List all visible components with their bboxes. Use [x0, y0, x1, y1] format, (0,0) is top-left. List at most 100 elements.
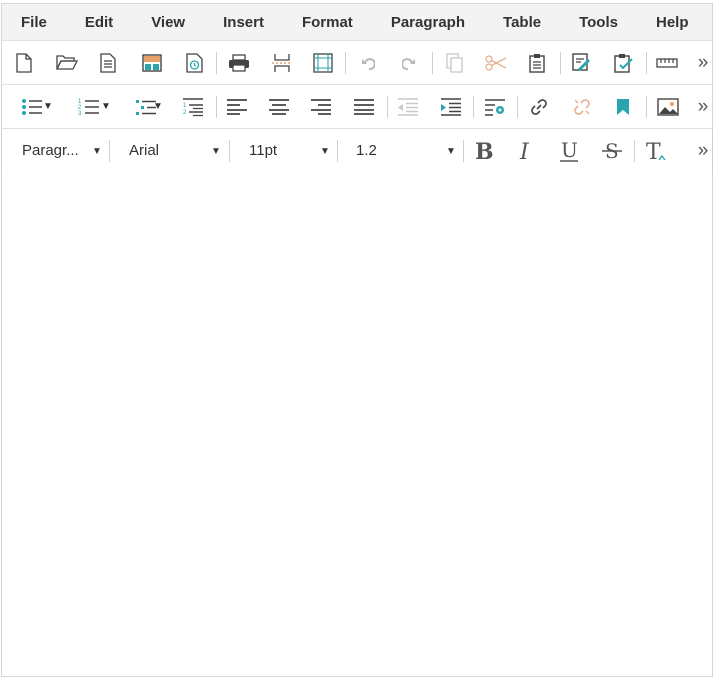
document-lines-icon — [100, 52, 116, 73]
bold-button[interactable]: B — [471, 129, 497, 172]
print-button[interactable] — [226, 41, 252, 84]
bold-icon: B — [475, 140, 494, 162]
align-right-button[interactable] — [308, 85, 334, 128]
paragraph-settings-icon — [485, 98, 505, 116]
dropdown-caret-icon: ▼ — [446, 146, 456, 157]
outdent-button[interactable] — [395, 85, 421, 128]
menu-file[interactable]: File — [21, 14, 47, 31]
menu-edit[interactable]: Edit — [85, 14, 113, 31]
dropdown-caret-icon: ▼ — [101, 101, 111, 112]
menu-help[interactable]: Help — [656, 14, 689, 31]
paste-format-icon — [572, 52, 590, 71]
printer-icon — [229, 53, 249, 72]
line-height-value: 1.2 — [356, 142, 377, 159]
menu-view[interactable]: View — [151, 14, 185, 31]
numbered-list-button[interactable]: 123 ▼ — [68, 85, 111, 128]
bullet-list-button[interactable]: ▼ — [12, 85, 53, 128]
align-center-button[interactable] — [266, 85, 292, 128]
toolbar-separator — [109, 140, 110, 162]
italic-button[interactable]: I — [514, 129, 540, 172]
justify-button[interactable] — [351, 85, 377, 128]
dropdown-caret-icon: ▼ — [92, 146, 102, 157]
new-document-button[interactable] — [12, 41, 36, 84]
toolbar-separator — [216, 96, 217, 118]
menu-insert[interactable]: Insert — [223, 14, 264, 31]
more-tools-button[interactable]: » — [696, 129, 710, 172]
indent-button[interactable] — [438, 85, 464, 128]
strikethrough-button[interactable]: S — [599, 129, 625, 172]
align-center-icon — [269, 98, 289, 115]
menu-tools[interactable]: Tools — [579, 14, 618, 31]
clipboard-icon — [529, 53, 545, 73]
menu-paragraph[interactable]: Paragraph — [391, 14, 465, 31]
redo-button[interactable] — [396, 41, 422, 84]
underline-icon: U — [560, 140, 578, 162]
strikethrough-icon: S — [602, 140, 622, 162]
italic-icon: I — [519, 140, 530, 162]
undo-icon — [362, 57, 375, 70]
menubar: File Edit View Insert Format Paragraph T… — [2, 4, 712, 41]
revision-history-button[interactable] — [182, 41, 206, 84]
ruler-button[interactable] — [654, 41, 680, 84]
clear-formatting-button[interactable]: T — [643, 129, 669, 172]
toolbar-row-1: » — [2, 41, 712, 85]
menu-format[interactable]: Format — [302, 14, 353, 31]
toolbar-separator — [229, 140, 230, 162]
page-margins-button[interactable] — [310, 41, 336, 84]
bookmark-button[interactable] — [610, 85, 636, 128]
font-family-value: Arial — [129, 142, 160, 159]
insert-link-button[interactable] — [525, 85, 553, 128]
remove-link-button[interactable] — [568, 85, 596, 128]
open-button[interactable] — [54, 41, 80, 84]
svg-text:T: T — [646, 140, 661, 162]
page-break-button[interactable] — [269, 41, 295, 84]
toolbar-separator — [560, 52, 561, 74]
svg-text:2: 2 — [183, 110, 187, 116]
toolbar-separator — [216, 52, 217, 74]
folder-open-icon — [56, 55, 78, 70]
block-format-select[interactable]: Paragr... ▼ — [22, 129, 104, 172]
font-size-select[interactable]: 11pt ▼ — [249, 129, 333, 172]
unlink-icon — [574, 98, 590, 115]
toolbar-row-3: Paragr... ▼ Arial ▼ 11pt ▼ 1.2 ▼ B I U S — [2, 129, 712, 173]
align-left-button[interactable] — [224, 85, 250, 128]
paragraph-settings-button[interactable] — [481, 85, 509, 128]
paste-text-button[interactable] — [611, 41, 637, 84]
dropdown-caret-icon: ▼ — [153, 101, 163, 112]
paste-special-button[interactable] — [569, 41, 595, 84]
template-button[interactable] — [96, 41, 120, 84]
menu-table[interactable]: Table — [503, 14, 541, 31]
clear-formatting-icon: T — [646, 140, 666, 162]
align-justify-icon — [354, 98, 374, 115]
page-break-icon — [272, 53, 292, 72]
insert-image-button[interactable] — [654, 85, 682, 128]
align-right-icon — [311, 98, 331, 115]
toolbar-separator — [432, 52, 433, 74]
copy-button[interactable] — [442, 41, 468, 84]
paste-button[interactable] — [524, 41, 550, 84]
undo-button[interactable] — [355, 41, 381, 84]
underline-button[interactable]: U — [556, 129, 582, 172]
redo-icon — [402, 57, 415, 70]
document-content-area[interactable] — [2, 171, 712, 676]
svg-text:B: B — [475, 140, 494, 162]
toolbar-separator — [646, 52, 647, 74]
dropdown-caret-icon: ▼ — [320, 146, 330, 157]
svg-text:I: I — [519, 140, 530, 162]
outline-list-button[interactable]: 12 — [180, 85, 206, 128]
font-family-select[interactable]: Arial ▼ — [129, 129, 225, 172]
font-size-value: 11pt — [249, 142, 278, 159]
cut-button[interactable] — [483, 41, 509, 84]
toolbar-separator — [387, 96, 388, 118]
more-tools-button[interactable]: » — [696, 85, 710, 128]
new-document-icon — [16, 52, 32, 73]
line-height-select[interactable]: 1.2 ▼ — [356, 129, 458, 172]
layout-template-icon — [142, 53, 162, 72]
toolbar-separator — [473, 96, 474, 118]
align-left-icon — [227, 98, 247, 115]
more-tools-button[interactable]: » — [696, 41, 710, 84]
ruler-icon — [656, 57, 678, 68]
multilevel-list-button[interactable]: ▼ — [126, 85, 166, 128]
layout-button[interactable] — [139, 41, 165, 84]
svg-text:3: 3 — [78, 111, 82, 117]
